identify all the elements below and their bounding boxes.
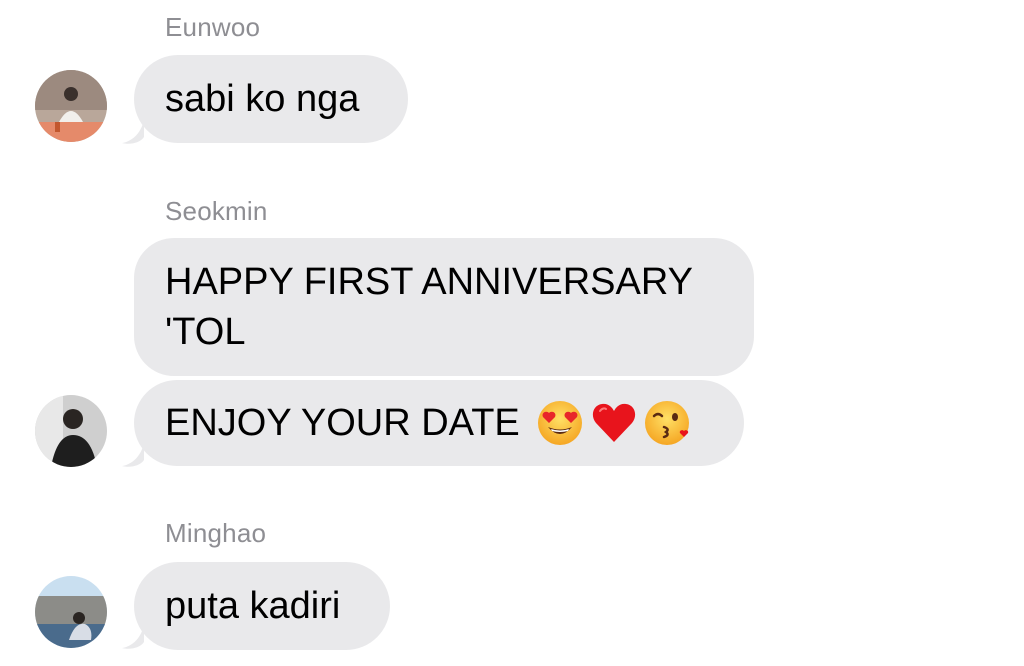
message-bubble[interactable]: ENJOY YOUR DATE <box>134 380 744 466</box>
message-bubble[interactable]: HAPPY FIRST ANNIVERSARY 'TOL <box>134 238 754 376</box>
avatar-seokmin[interactable] <box>35 395 107 467</box>
heart-eyes-emoji-icon <box>537 401 582 445</box>
message-text: ENJOY YOUR DATE <box>165 402 520 444</box>
red-heart-emoji-icon <box>592 403 635 442</box>
message-text-line: HAPPY FIRST ANNIVERSARY <box>165 261 693 303</box>
message-bubble[interactable]: puta kadiri <box>134 562 390 650</box>
message-text: sabi ko nga <box>165 78 360 120</box>
avatar-minghao[interactable] <box>35 576 107 648</box>
message-bubble[interactable]: sabi ko nga <box>134 55 408 143</box>
sender-name-minghao: Minghao <box>165 518 267 548</box>
message-text-line: 'TOL <box>165 311 246 353</box>
message-text: puta kadiri <box>165 585 341 627</box>
kissing-heart-emoji-icon <box>644 401 689 445</box>
sender-name-eunwoo: Eunwoo <box>165 12 261 42</box>
sender-name-seokmin: Seokmin <box>165 196 268 226</box>
avatar-eunwoo[interactable] <box>35 70 107 142</box>
